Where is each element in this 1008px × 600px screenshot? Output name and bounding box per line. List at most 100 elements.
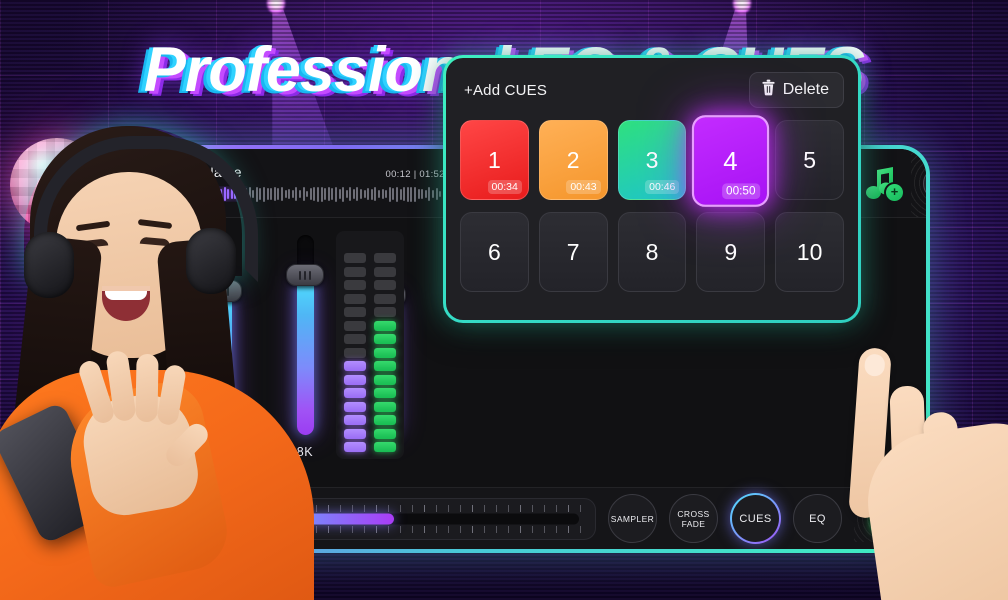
vu-segment <box>344 347 366 358</box>
tick <box>484 504 485 512</box>
tick <box>424 525 425 533</box>
vu-segment <box>344 253 366 263</box>
cue-pad-2[interactable]: 2 00:43 <box>538 120 608 200</box>
vu-segment <box>344 307 366 317</box>
vu-segment <box>344 442 366 452</box>
vu-segment <box>374 280 396 290</box>
tick <box>412 525 413 533</box>
tick <box>460 525 461 533</box>
tick <box>472 504 473 512</box>
vu-segment <box>344 415 366 425</box>
cue-pad-time: 00:34 <box>487 180 522 194</box>
cue-pad-label: 1 <box>488 146 501 173</box>
add-music-button[interactable]: + <box>857 159 911 207</box>
cues-button[interactable]: CUES <box>730 493 781 544</box>
tick <box>544 504 545 512</box>
vu-segment <box>344 361 366 371</box>
cue-pad-time: 00:50 <box>721 183 761 200</box>
cue-pad-5[interactable]: 5 <box>775 120 844 200</box>
cue-pad-grid: 1 00:34 2 00:43 3 00:46 4 00:50 5 6 7 8 9 10 <box>446 108 858 306</box>
crossfade-label-line1: CROSS <box>677 508 710 519</box>
vu-segment <box>374 266 396 277</box>
tick <box>364 525 365 533</box>
cue-pad-3[interactable]: 3 00:46 <box>617 120 687 200</box>
vu-segment <box>344 280 366 290</box>
tick <box>352 504 353 512</box>
tick <box>496 504 497 512</box>
tick <box>424 504 425 512</box>
tick <box>520 504 521 512</box>
vu-segment <box>374 374 396 385</box>
vu-segment <box>374 388 396 398</box>
tick <box>352 525 353 533</box>
crossfade-label-line2: FADE <box>681 518 706 529</box>
cue-pad-label: 9 <box>724 238 738 265</box>
tick <box>472 525 473 533</box>
cue-pad-8[interactable]: 8 <box>617 212 687 292</box>
tick <box>544 525 545 533</box>
crossfade-button[interactable]: CROSS FADE <box>669 494 718 543</box>
vu-segment <box>344 374 366 385</box>
cue-pad-1[interactable]: 1 00:34 <box>460 120 529 200</box>
sampler-label: SAMPLER <box>610 513 655 524</box>
tick <box>496 525 497 533</box>
add-cues-label[interactable]: +Add CUES <box>464 82 547 99</box>
vu-segment <box>374 347 396 358</box>
vu-segment <box>374 401 396 412</box>
tick <box>340 504 341 512</box>
cue-pad-time: 00:43 <box>566 180 601 194</box>
trash-icon <box>761 79 776 101</box>
cues-overlay-panel: +Add CUES Delete 1 00:34 2 00:43 3 00:46 4 00:5… <box>443 55 861 323</box>
tick <box>400 504 401 512</box>
playlist-queue-icon <box>923 166 926 200</box>
vu-segment <box>374 442 396 452</box>
tick <box>388 525 389 533</box>
tick <box>520 525 521 533</box>
cue-pad-label: 6 <box>488 238 501 265</box>
cues-label: CUES <box>739 512 772 525</box>
cue-pad-label: 3 <box>645 146 659 173</box>
tick <box>328 504 329 512</box>
playlist-queue-button[interactable] <box>910 149 926 217</box>
cue-pad-label: 7 <box>566 238 580 265</box>
sampler-button[interactable]: SAMPLER <box>608 494 657 543</box>
vu-segment <box>344 266 366 277</box>
cue-pad-label: 2 <box>566 146 580 173</box>
cue-pad-6[interactable]: 6 <box>460 212 529 292</box>
left-song-time: 00:12 | 01:52 <box>385 169 445 180</box>
tick <box>436 525 437 533</box>
tick <box>436 504 437 512</box>
cue-pad-9[interactable]: 9 <box>696 212 766 292</box>
cue-pad-label: 5 <box>803 146 816 173</box>
tick <box>448 525 449 533</box>
vu-segment <box>344 401 366 412</box>
tick <box>400 525 401 533</box>
headphone-cup <box>186 228 236 294</box>
vu-segment <box>374 293 396 304</box>
vu-segment <box>374 307 396 317</box>
tick <box>568 504 569 512</box>
eq-label: EQ <box>809 512 826 525</box>
woman-photo <box>0 120 320 600</box>
vu-meter-right-column <box>374 238 396 452</box>
cue-pad-7[interactable]: 7 <box>538 212 608 292</box>
promo-stage: Professional EQ & CUES Song Name 00:12 |… <box>0 0 1008 600</box>
tick <box>556 504 557 512</box>
vu-segment <box>344 428 366 439</box>
vu-segment <box>374 320 396 331</box>
tick <box>532 504 533 512</box>
tick <box>508 504 509 512</box>
tick <box>376 504 377 512</box>
vu-meter <box>336 231 404 459</box>
tick <box>532 525 533 533</box>
tick <box>376 525 377 533</box>
delete-button[interactable]: Delete <box>748 72 844 108</box>
tick <box>568 525 569 533</box>
tick <box>556 525 557 533</box>
cue-pad-4[interactable]: 4 00:50 <box>692 115 770 207</box>
vu-segment <box>374 415 396 425</box>
headphone-cup <box>24 232 74 298</box>
tick <box>484 525 485 533</box>
tick <box>388 504 389 512</box>
cue-pad-10[interactable]: 10 <box>775 212 844 292</box>
